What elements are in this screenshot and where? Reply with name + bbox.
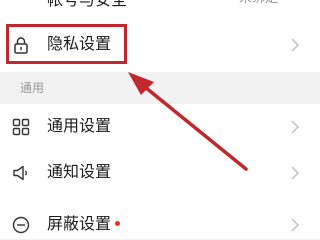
account-security-row[interactable]: 帐号与安全 未绑定 — [0, 0, 320, 24]
general-settings-label: 通用设置 — [47, 116, 112, 135]
block-settings-row[interactable]: 屏蔽设置 — [0, 202, 320, 239]
section-title: 通用 — [20, 81, 45, 95]
chevron-right-icon — [291, 38, 300, 52]
block-settings-label: 屏蔽设置 — [47, 214, 112, 233]
notification-badge-dot — [115, 221, 120, 226]
minus-circle-icon — [12, 216, 30, 234]
general-settings-row[interactable]: 通用设置 — [0, 104, 320, 150]
chevron-right-icon — [291, 166, 300, 180]
highlight-box — [6, 24, 127, 64]
settings-page: 帐号与安全 未绑定 隐私设置 通用 通用设置 — [0, 0, 320, 239]
notification-settings-row[interactable]: 通知设置 — [0, 150, 320, 196]
account-security-value: 未绑定 — [239, 0, 278, 8]
notification-settings-label: 通知设置 — [47, 162, 112, 181]
section-header-general: 通用 — [0, 72, 320, 104]
chevron-right-icon — [291, 120, 300, 134]
speaker-icon — [13, 165, 27, 181]
general-settings-group: 通用设置 通知设置 屏蔽设置 — [0, 104, 320, 239]
account-security-label: 帐号与安全 — [47, 0, 127, 12]
grid-icon — [12, 118, 30, 136]
chevron-right-icon — [291, 218, 300, 232]
